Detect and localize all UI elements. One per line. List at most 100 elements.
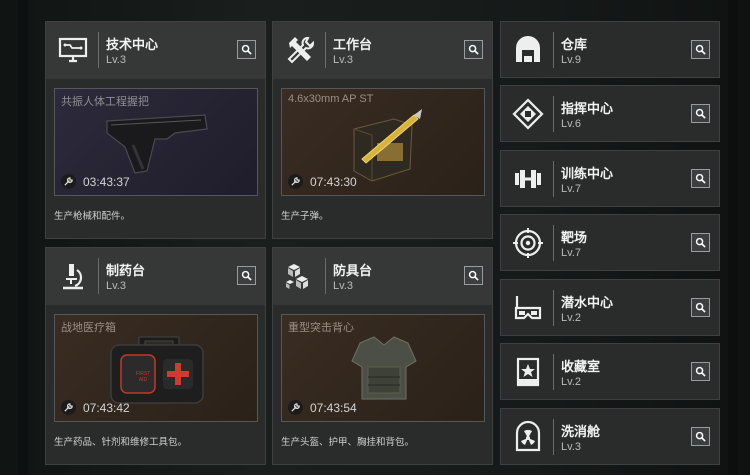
search-icon xyxy=(695,108,706,119)
search-icon xyxy=(695,366,706,377)
warehouse-icon xyxy=(509,31,547,69)
card-level: Lv.6 xyxy=(561,118,581,130)
search-icon xyxy=(695,302,706,313)
card-title: 制药台 xyxy=(106,263,146,278)
tools-icon xyxy=(281,31,319,69)
search-icon xyxy=(695,237,706,248)
card-level: Lv.9 xyxy=(561,54,581,66)
header-divider xyxy=(553,225,554,261)
card-title: 收藏室 xyxy=(561,359,601,374)
facility-card-diving-center[interactable]: 潜水中心 Lv.2 xyxy=(500,279,720,336)
search-icon xyxy=(695,173,706,184)
card-title: 靶场 xyxy=(561,230,588,245)
card-description: 生产头盔、护甲、胸挂和背包。 xyxy=(281,437,415,448)
production-slot[interactable]: 4.6x30mm AP ST 07:43:30 xyxy=(281,88,485,196)
search-button[interactable] xyxy=(691,169,710,188)
card-level: Lv.3 xyxy=(106,280,126,292)
card-header: 制药台 Lv.3 xyxy=(46,248,265,305)
card-description: 生产药品、针剂和维修工具包。 xyxy=(54,437,188,448)
target-icon xyxy=(509,224,547,262)
craft-timer: 07:43:42 xyxy=(61,400,130,415)
search-button[interactable] xyxy=(691,40,710,59)
search-button[interactable] xyxy=(237,266,256,285)
remaining-time: 03:43:37 xyxy=(83,174,130,189)
wrench-icon xyxy=(61,400,76,415)
command-icon xyxy=(509,95,547,133)
production-slot[interactable]: 战地医疗箱 FIRST AID 07:43:42 xyxy=(54,314,258,422)
facility-card-command-center[interactable]: 指挥中心 Lv.6 xyxy=(500,85,720,142)
facility-card-shooting-range[interactable]: 靶场 Lv.7 xyxy=(500,214,720,271)
dumbbell-icon xyxy=(509,160,547,198)
craft-timer: 07:43:30 xyxy=(288,174,357,189)
card-description: 生产子弹。 xyxy=(281,211,329,222)
header-divider xyxy=(553,96,554,132)
production-slot[interactable]: 重型突击背心 07:43:54 xyxy=(281,314,485,422)
card-level: Lv.7 xyxy=(561,247,581,259)
card-level: Lv.3 xyxy=(333,54,353,66)
card-title: 洗消舱 xyxy=(561,424,601,439)
facility-card-pharmacy[interactable]: 制药台 Lv.3 战地医疗箱 FIRST AID 07:43:42 生产药品、针… xyxy=(45,247,266,465)
facility-card-warehouse[interactable]: 仓库 Lv.9 xyxy=(500,21,720,78)
search-button[interactable] xyxy=(464,266,483,285)
header-divider xyxy=(553,161,554,197)
wrench-icon xyxy=(288,400,303,415)
search-icon xyxy=(468,44,479,55)
header-divider xyxy=(553,354,554,390)
card-title: 潜水中心 xyxy=(561,295,614,310)
header-divider xyxy=(325,32,326,68)
card-level: Lv.2 xyxy=(561,376,581,388)
microscope-icon xyxy=(54,257,92,295)
search-button[interactable] xyxy=(237,40,256,59)
remaining-time: 07:43:54 xyxy=(310,400,357,415)
card-title: 防具台 xyxy=(333,263,373,278)
diving-mask-icon xyxy=(509,289,547,327)
facility-card-armor-bench[interactable]: 防具台 Lv.3 重型突击背心 07:43:54 生产头盔、护甲、胸挂和背包。 xyxy=(272,247,493,465)
header-divider xyxy=(553,290,554,326)
remaining-time: 07:43:42 xyxy=(83,400,130,415)
card-header: 技术中心 Lv.3 xyxy=(46,22,265,79)
facility-card-decontamination[interactable]: 洗消舱 Lv.3 xyxy=(500,408,720,465)
card-title: 工作台 xyxy=(333,37,373,52)
craft-timer: 03:43:37 xyxy=(61,174,130,189)
card-level: Lv.3 xyxy=(106,54,126,66)
search-button[interactable] xyxy=(691,362,710,381)
wrench-icon xyxy=(61,174,76,189)
card-header: 防具台 Lv.3 xyxy=(273,248,492,305)
header-divider xyxy=(98,32,99,68)
production-slot[interactable]: 共振人体工程握把 03:43:37 xyxy=(54,88,258,196)
facility-card-collection-room[interactable]: 收藏室 Lv.2 xyxy=(500,343,720,400)
card-level: Lv.3 xyxy=(333,280,353,292)
card-level: Lv.7 xyxy=(561,183,581,195)
card-title: 仓库 xyxy=(561,37,588,52)
card-title: 技术中心 xyxy=(106,37,159,52)
search-button[interactable] xyxy=(691,233,710,252)
facility-card-workbench[interactable]: 工作台 Lv.3 4.6x30mm AP ST 07:43:30 生产子弹。 xyxy=(272,21,493,239)
facility-card-training-center[interactable]: 训练中心 Lv.7 xyxy=(500,150,720,207)
remaining-time: 07:43:30 xyxy=(310,174,357,189)
card-level: Lv.2 xyxy=(561,312,581,324)
decontamination-icon xyxy=(509,418,547,456)
cubes-icon xyxy=(281,257,319,295)
card-description: 生产枪械和配件。 xyxy=(54,211,131,222)
search-button[interactable] xyxy=(691,104,710,123)
card-level: Lv.3 xyxy=(561,441,581,453)
search-icon xyxy=(241,270,252,281)
card-title: 指挥中心 xyxy=(561,101,614,116)
facility-card-tech-center[interactable]: 技术中心 Lv.3 共振人体工程握把 03:43:37 生产枪械和配件。 xyxy=(45,21,266,239)
search-icon xyxy=(468,270,479,281)
collection-icon xyxy=(509,353,547,391)
header-divider xyxy=(325,258,326,294)
search-button[interactable] xyxy=(691,298,710,317)
header-divider xyxy=(553,419,554,455)
medkit-label: FIRST AID xyxy=(135,371,151,383)
search-button[interactable] xyxy=(691,427,710,446)
search-button[interactable] xyxy=(464,40,483,59)
search-icon xyxy=(241,44,252,55)
card-header: 工作台 Lv.3 xyxy=(273,22,492,79)
card-title: 训练中心 xyxy=(561,166,614,181)
craft-timer: 07:43:54 xyxy=(288,400,357,415)
wrench-icon xyxy=(288,174,303,189)
header-divider xyxy=(553,32,554,68)
search-icon xyxy=(695,44,706,55)
header-divider xyxy=(98,258,99,294)
